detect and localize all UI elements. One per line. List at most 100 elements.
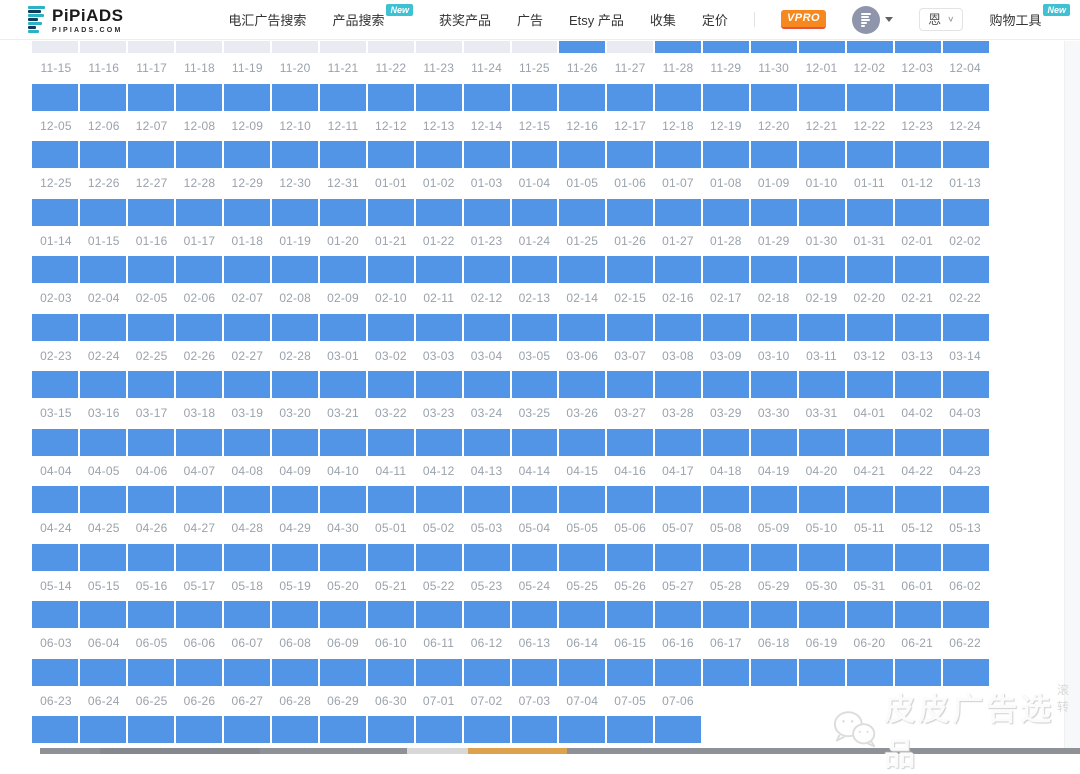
date-bar[interactable] — [512, 141, 558, 168]
date-bar[interactable] — [655, 429, 701, 456]
date-bar[interactable] — [607, 601, 653, 628]
date-bar[interactable] — [176, 256, 222, 283]
date-bar[interactable] — [320, 199, 366, 226]
date-bar[interactable] — [176, 371, 222, 398]
date-bar[interactable] — [703, 429, 749, 456]
date-bar[interactable] — [799, 486, 845, 513]
date-bar[interactable] — [80, 141, 126, 168]
date-bar[interactable] — [128, 601, 174, 628]
date-bar[interactable] — [847, 429, 893, 456]
date-bar[interactable] — [176, 601, 222, 628]
date-bar[interactable] — [703, 659, 749, 686]
date-bar[interactable] — [943, 486, 989, 513]
date-bar[interactable] — [80, 659, 126, 686]
date-bar[interactable] — [320, 429, 366, 456]
date-bar[interactable] — [32, 84, 78, 111]
date-bar[interactable] — [320, 486, 366, 513]
date-bar[interactable] — [799, 314, 845, 341]
strip-cell[interactable] — [703, 41, 749, 53]
date-bar[interactable] — [895, 544, 941, 571]
date-bar[interactable] — [655, 141, 701, 168]
date-bar[interactable] — [751, 486, 797, 513]
date-bar[interactable] — [512, 314, 558, 341]
date-bar[interactable] — [224, 141, 270, 168]
date-bar[interactable] — [416, 601, 462, 628]
date-bar[interactable] — [655, 544, 701, 571]
date-bar[interactable] — [320, 544, 366, 571]
date-bar[interactable] — [607, 84, 653, 111]
date-bar[interactable] — [272, 371, 318, 398]
date-bar[interactable] — [895, 486, 941, 513]
strip-cell[interactable] — [895, 41, 941, 53]
date-bar[interactable] — [416, 716, 462, 743]
date-bar[interactable] — [943, 659, 989, 686]
date-bar[interactable] — [464, 199, 510, 226]
date-bar[interactable] — [559, 659, 605, 686]
nav-item-7[interactable]: 定价 — [702, 10, 728, 29]
date-bar[interactable] — [128, 84, 174, 111]
date-bar[interactable] — [655, 659, 701, 686]
language-selector[interactable]: 恩 ∨ — [919, 8, 963, 31]
nav-item-3[interactable]: 获奖产品 — [439, 10, 491, 29]
date-bar[interactable] — [320, 314, 366, 341]
date-bar[interactable] — [176, 716, 222, 743]
user-avatar[interactable] — [852, 6, 893, 34]
date-bar[interactable] — [80, 84, 126, 111]
date-bar[interactable] — [799, 544, 845, 571]
date-bar[interactable] — [32, 601, 78, 628]
date-bar[interactable] — [799, 84, 845, 111]
date-bar[interactable] — [751, 256, 797, 283]
date-bar[interactable] — [512, 716, 558, 743]
date-bar[interactable] — [32, 314, 78, 341]
date-bar[interactable] — [416, 199, 462, 226]
date-bar[interactable] — [416, 314, 462, 341]
date-bar[interactable] — [703, 199, 749, 226]
date-bar[interactable] — [224, 429, 270, 456]
date-bar[interactable] — [559, 429, 605, 456]
date-bar[interactable] — [799, 659, 845, 686]
date-bar[interactable] — [895, 199, 941, 226]
date-bar[interactable] — [655, 716, 701, 743]
date-bar[interactable] — [655, 601, 701, 628]
date-bar[interactable] — [943, 544, 989, 571]
date-bar[interactable] — [368, 371, 414, 398]
date-bar[interactable] — [464, 486, 510, 513]
date-bar[interactable] — [751, 314, 797, 341]
date-bar[interactable] — [655, 314, 701, 341]
date-bar[interactable] — [799, 429, 845, 456]
date-bar[interactable] — [320, 256, 366, 283]
date-bar[interactable] — [751, 84, 797, 111]
date-bar[interactable] — [464, 141, 510, 168]
date-bar[interactable] — [943, 199, 989, 226]
date-bar[interactable] — [320, 716, 366, 743]
date-bar[interactable] — [559, 256, 605, 283]
nav-item-6[interactable]: 收集 — [650, 10, 676, 29]
date-bar[interactable] — [464, 429, 510, 456]
date-bar[interactable] — [368, 199, 414, 226]
date-bar[interactable] — [80, 314, 126, 341]
date-bar[interactable] — [32, 659, 78, 686]
date-bar[interactable] — [943, 601, 989, 628]
date-bar[interactable] — [224, 256, 270, 283]
date-bar[interactable] — [224, 601, 270, 628]
date-bar[interactable] — [272, 601, 318, 628]
date-bar[interactable] — [895, 256, 941, 283]
strip-cell[interactable] — [799, 41, 845, 53]
date-bar[interactable] — [607, 256, 653, 283]
date-bar[interactable] — [128, 371, 174, 398]
date-bar[interactable] — [224, 314, 270, 341]
scrollbar-track[interactable] — [1064, 41, 1080, 754]
date-bar[interactable] — [416, 141, 462, 168]
date-bar[interactable] — [464, 544, 510, 571]
date-bar[interactable] — [176, 314, 222, 341]
nav-item-2[interactable]: 产品搜索New — [332, 10, 413, 29]
date-bar[interactable] — [751, 199, 797, 226]
date-bar[interactable] — [80, 429, 126, 456]
date-bar[interactable] — [416, 544, 462, 571]
date-bar[interactable] — [559, 544, 605, 571]
date-bar[interactable] — [703, 544, 749, 571]
date-bar[interactable] — [32, 429, 78, 456]
date-bar[interactable] — [559, 84, 605, 111]
date-bar[interactable] — [272, 716, 318, 743]
date-bar[interactable] — [895, 84, 941, 111]
